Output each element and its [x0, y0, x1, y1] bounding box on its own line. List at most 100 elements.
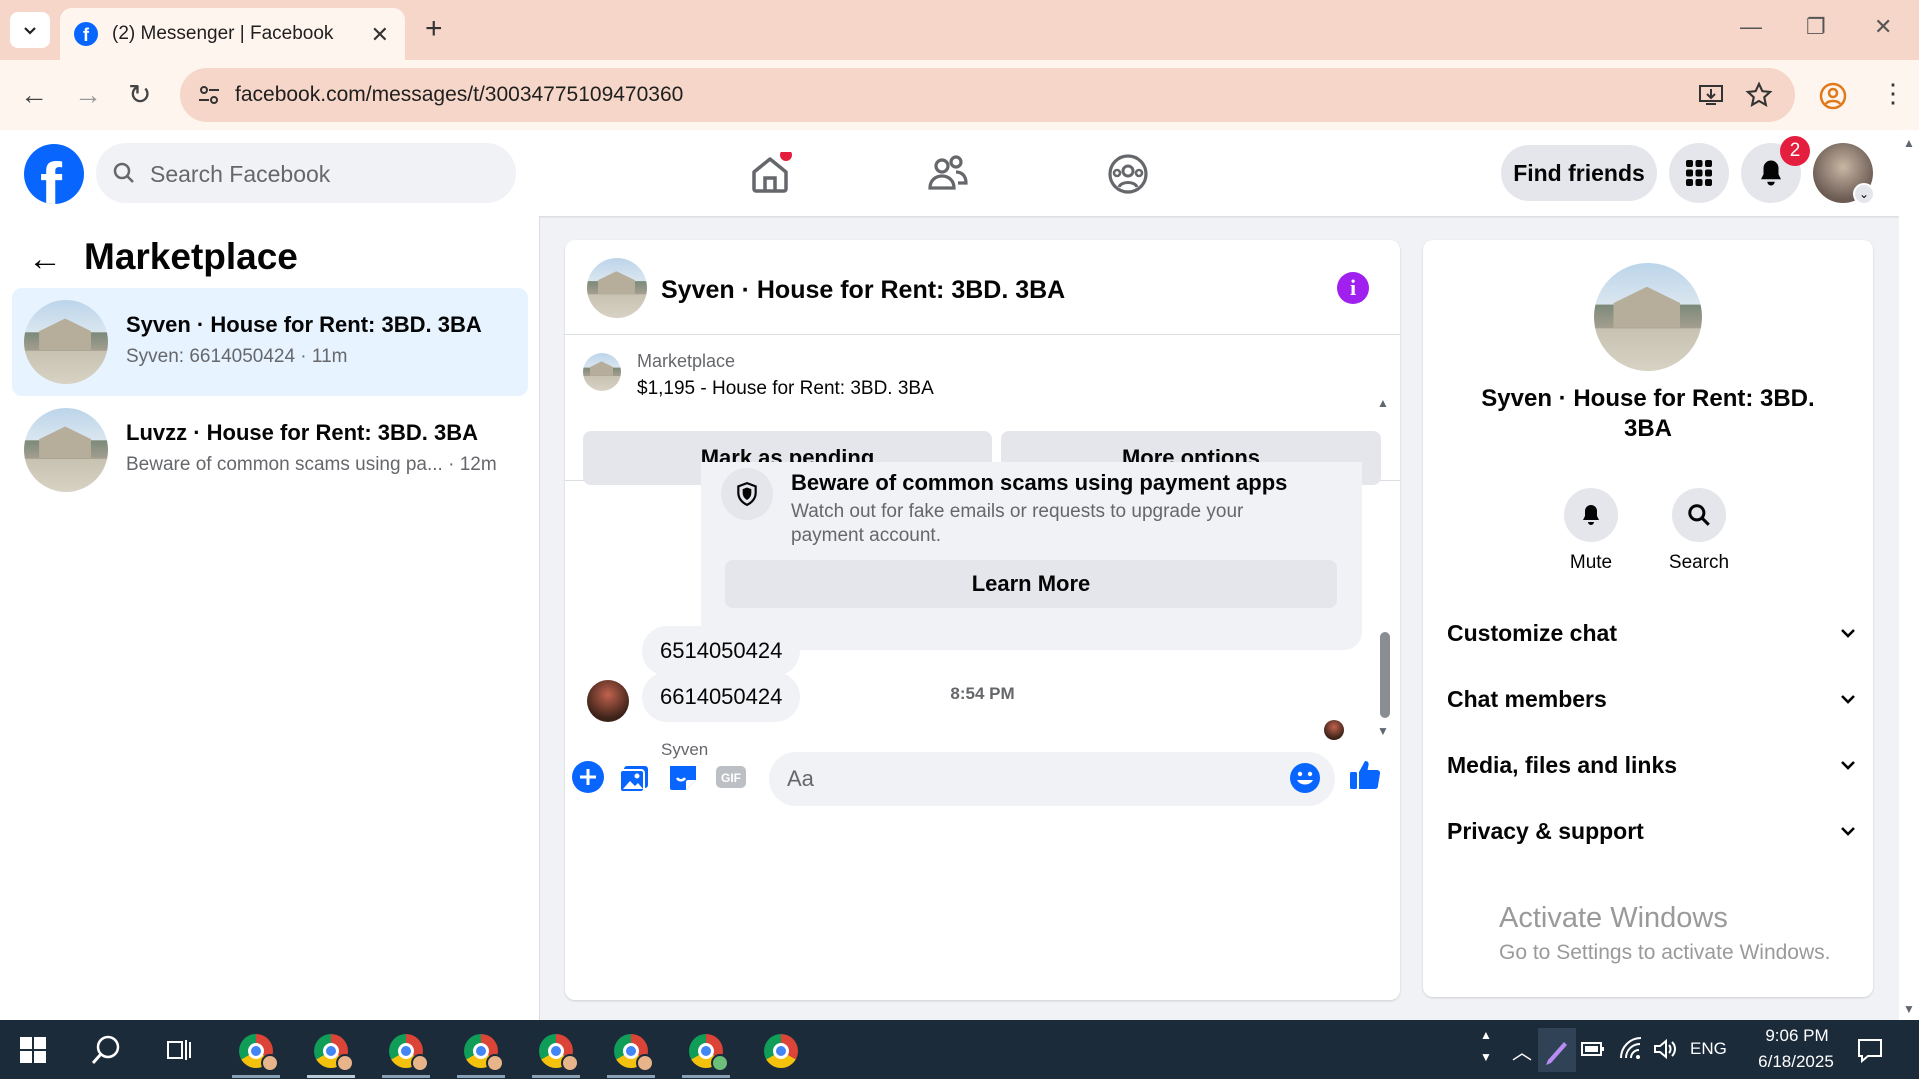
taskbar-chrome-app[interactable] [451, 1026, 511, 1078]
chat-title[interactable]: Syven · House for Rent: 3BD. 3BA [661, 276, 1065, 305]
site-info-icon[interactable] [196, 82, 222, 108]
shield-icon [721, 468, 773, 520]
volume-icon[interactable] [1652, 1036, 1678, 1062]
page-scroll-down-icon[interactable]: ▼ [1903, 1002, 1915, 1016]
battery-icon[interactable] [1580, 1038, 1606, 1060]
facebook-logo-icon[interactable]: f [24, 144, 84, 204]
profile-icon[interactable] [1819, 82, 1847, 110]
scroll-down-arrow-icon[interactable]: ▼ [1377, 724, 1389, 738]
back-button[interactable]: ← [20, 78, 48, 112]
mute-action[interactable]: Mute [1551, 488, 1631, 574]
chat-avatar[interactable] [587, 258, 647, 318]
mute-label: Mute [1569, 552, 1613, 573]
grid-menu-icon [1686, 160, 1712, 186]
close-window-button[interactable]: ✕ [1874, 14, 1892, 40]
friends-icon[interactable] [926, 152, 970, 196]
page-scrollbar[interactable]: ▲ ▼ [1899, 130, 1919, 1020]
clock-date[interactable]: 6/18/2025 [1744, 1052, 1848, 1072]
find-friends-button[interactable]: Find friends [1501, 145, 1657, 201]
search-in-conversation-button[interactable] [1672, 488, 1726, 542]
scam-warning-title: Beware of common scams using payment app… [791, 470, 1288, 495]
bell-icon [1583, 505, 1599, 525]
tab-search-button[interactable] [10, 12, 50, 48]
url-field[interactable]: facebook.com/messages/t/3003477510947036… [180, 68, 1795, 122]
address-bar: ← → ↻ facebook.com/messages/t/3003477510… [0, 60, 1919, 130]
sender-avatar[interactable] [587, 680, 629, 722]
gif-icon[interactable]: GIF [714, 760, 748, 794]
listing-thumbnail[interactable] [583, 353, 621, 391]
wifi-icon[interactable] [1618, 1036, 1644, 1062]
taskbar-chrome-app[interactable] [676, 1026, 736, 1078]
svg-text:GIF: GIF [721, 771, 741, 785]
details-avatar[interactable] [1594, 263, 1702, 371]
tab-title: (2) Messenger | Facebook [112, 23, 334, 44]
learn-more-button[interactable]: Learn More [725, 560, 1337, 608]
privacy-support-row[interactable]: Privacy & support [1447, 811, 1857, 851]
bookmark-star-icon[interactable] [1745, 81, 1773, 109]
customize-chat-row[interactable]: Customize chat [1447, 613, 1857, 653]
messages-scrollbar-thumb[interactable] [1380, 632, 1390, 718]
chrome-icon [464, 1034, 504, 1072]
install-app-icon[interactable] [1698, 82, 1724, 108]
language-indicator[interactable]: ENG [1690, 1039, 1727, 1059]
conversation-item-syven[interactable]: Syven · House for Rent: 3BD. 3BA Syven: … [12, 288, 528, 396]
conversation-info-icon[interactable]: i [1337, 272, 1369, 304]
tray-pen-icon[interactable] [1538, 1028, 1576, 1072]
message-input[interactable] [769, 752, 1335, 806]
chevron-down-icon [24, 27, 36, 35]
search-action[interactable]: Search [1659, 488, 1739, 574]
emoji-icon[interactable] [1289, 762, 1321, 794]
restore-button[interactable]: ❐ [1806, 14, 1826, 40]
listing-price[interactable]: $1,195 - House for Rent: 3BD. 3BA [637, 378, 934, 400]
home-icon[interactable] [748, 152, 792, 196]
windows-taskbar: ▲ ▼ ︿ ENG 9:06 PM 6/18/2025 [0, 1020, 1919, 1079]
taskbar-scroll-arrows-icon[interactable]: ▲ ▼ [1480, 1024, 1492, 1068]
forward-button[interactable]: → [74, 78, 102, 112]
message-bubble[interactable]: 6514050424 [642, 626, 801, 676]
chrome-icon [314, 1034, 354, 1072]
windows-start-icon[interactable] [20, 1037, 46, 1063]
active-tab[interactable]: f (2) Messenger | Facebook ✕ [60, 8, 405, 60]
task-view-icon[interactable] [164, 1036, 194, 1064]
read-receipt-avatar [1324, 720, 1344, 740]
message-bubble[interactable]: 6614050424 [642, 672, 801, 722]
menu-grid-button[interactable] [1669, 143, 1729, 203]
panel-title: Marketplace [84, 236, 298, 277]
taskbar-chrome-app[interactable] [526, 1026, 586, 1078]
tab-close-icon[interactable]: ✕ [371, 22, 389, 48]
photo-icon[interactable] [618, 760, 652, 794]
chrome-icon [539, 1034, 579, 1072]
facebook-header: f Search Facebook Find friends 2 ⌄ [0, 130, 1899, 216]
tray-overflow-chevron-icon[interactable]: ︿ [1512, 1036, 1532, 1065]
scroll-up-arrow-icon[interactable]: ▲ [1377, 396, 1389, 410]
browser-menu-icon[interactable]: ⋮ [1880, 78, 1906, 109]
thumbs-up-icon[interactable] [1348, 758, 1382, 792]
conversation-item-luvzz[interactable]: Luvzz · House for Rent: 3BD. 3BA Beware … [12, 396, 528, 504]
search-icon [113, 162, 134, 183]
listing-thumbnail [24, 300, 108, 384]
taskbar-chrome-app[interactable] [376, 1026, 436, 1078]
taskbar-chrome-app[interactable] [226, 1026, 286, 1078]
new-tab-button[interactable]: + [425, 14, 443, 44]
sticker-icon[interactable] [666, 760, 700, 794]
reload-button[interactable]: ↻ [128, 78, 151, 112]
minimize-button[interactable]: — [1740, 14, 1762, 40]
search-icon [1688, 504, 1710, 526]
url-text: facebook.com/messages/t/3003477510947036… [235, 83, 684, 106]
taskbar-search-icon[interactable] [90, 1034, 122, 1066]
search-facebook-field[interactable]: Search Facebook [96, 143, 516, 203]
taskbar-chrome-app[interactable] [601, 1026, 661, 1078]
mute-button[interactable] [1564, 488, 1618, 542]
back-arrow-icon[interactable]: ← [28, 240, 62, 279]
media-files-links-row[interactable]: Media, files and links [1447, 745, 1857, 785]
groups-icon[interactable] [1106, 152, 1150, 196]
page-scroll-up-icon[interactable]: ▲ [1903, 136, 1915, 150]
chat-members-row[interactable]: Chat members [1447, 679, 1857, 719]
plus-circle-icon[interactable] [571, 760, 605, 794]
notification-center-icon[interactable] [1856, 1036, 1884, 1064]
chat-panel: Syven · House for Rent: 3BD. 3BA i Marke… [565, 240, 1400, 1000]
clock-time[interactable]: 9:06 PM [1752, 1026, 1842, 1046]
taskbar-chrome-app[interactable] [301, 1026, 361, 1078]
taskbar-chrome-app[interactable] [751, 1026, 811, 1076]
account-chevron-icon[interactable]: ⌄ [1853, 183, 1875, 205]
